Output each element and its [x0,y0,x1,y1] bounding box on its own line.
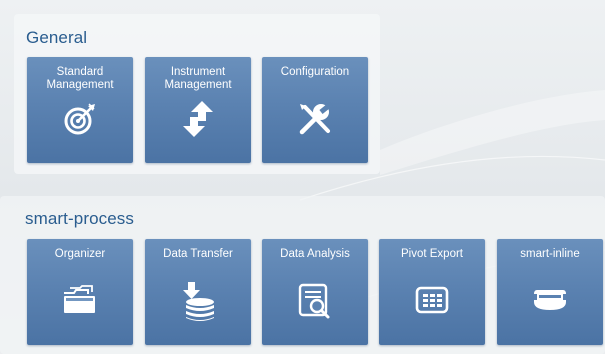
tile-label-line1: Instrument [170,66,226,78]
tile-pivot-export[interactable]: Pivot Export [379,239,485,345]
tile-label-line2: Management [46,79,114,91]
tile-label-line1: Configuration [280,66,350,78]
tile-label: smart-inline [520,248,580,260]
folder-icon [62,285,98,315]
tile-organizer[interactable]: Organizer [27,239,133,345]
tile-standard-management[interactable]: Standard Management [27,57,133,163]
transfer-arrows-icon [183,101,213,137]
tile-label-line2: Management [164,79,232,91]
target-icon [63,102,97,136]
inline-device-icon [533,287,567,313]
download-database-icon [180,282,216,322]
tile-label: Organizer [54,248,106,260]
group-title-smart-process: smart-process [25,209,134,228]
tile-data-analysis[interactable]: Data Analysis [262,239,368,345]
tile-configuration[interactable]: Configuration [262,57,368,163]
tile-label: Instrument Management [145,66,251,92]
tile-label: Standard Management [27,66,133,92]
tile-data-transfer[interactable]: Data Transfer [145,239,251,345]
tile-smart-inline[interactable]: smart-inline [497,239,603,345]
tile-label: Pivot Export [401,248,463,260]
tools-icon [297,101,333,137]
group-title-general: General [26,28,88,47]
table-grid-icon [415,286,449,314]
tile-label: Data Transfer [163,248,233,260]
tile-label: Configuration [262,66,368,79]
tile-label: Data Analysis [280,248,350,260]
report-search-icon [297,283,333,321]
tile-label-line1: Standard [56,66,104,78]
tile-instrument-management[interactable]: Instrument Management [145,57,251,163]
